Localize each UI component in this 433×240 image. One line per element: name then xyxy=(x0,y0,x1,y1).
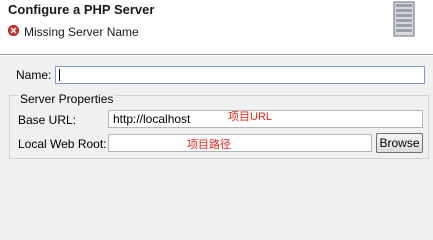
base-url-value: http://localhost xyxy=(113,112,191,126)
banner-separator-highlight xyxy=(0,55,433,56)
page-title: Configure a PHP Server xyxy=(8,2,155,17)
web-root-annotation: 项目路径 xyxy=(187,139,231,151)
browse-button[interactable]: Browse xyxy=(376,133,423,153)
title-banner: Configure a PHP Server Missing Server Na… xyxy=(0,0,433,54)
web-root-label: Local Web Root: xyxy=(18,137,107,151)
web-root-input[interactable] xyxy=(108,134,372,152)
text-caret xyxy=(59,69,60,81)
server-properties-title: Server Properties xyxy=(18,92,116,106)
server-icon xyxy=(393,1,415,37)
name-label: Name: xyxy=(16,68,52,82)
name-input[interactable] xyxy=(55,66,425,84)
error-icon xyxy=(8,25,19,36)
error-message: Missing Server Name xyxy=(24,25,139,39)
base-url-label: Base URL: xyxy=(18,113,77,127)
base-url-annotation: 项目URL xyxy=(228,111,273,123)
